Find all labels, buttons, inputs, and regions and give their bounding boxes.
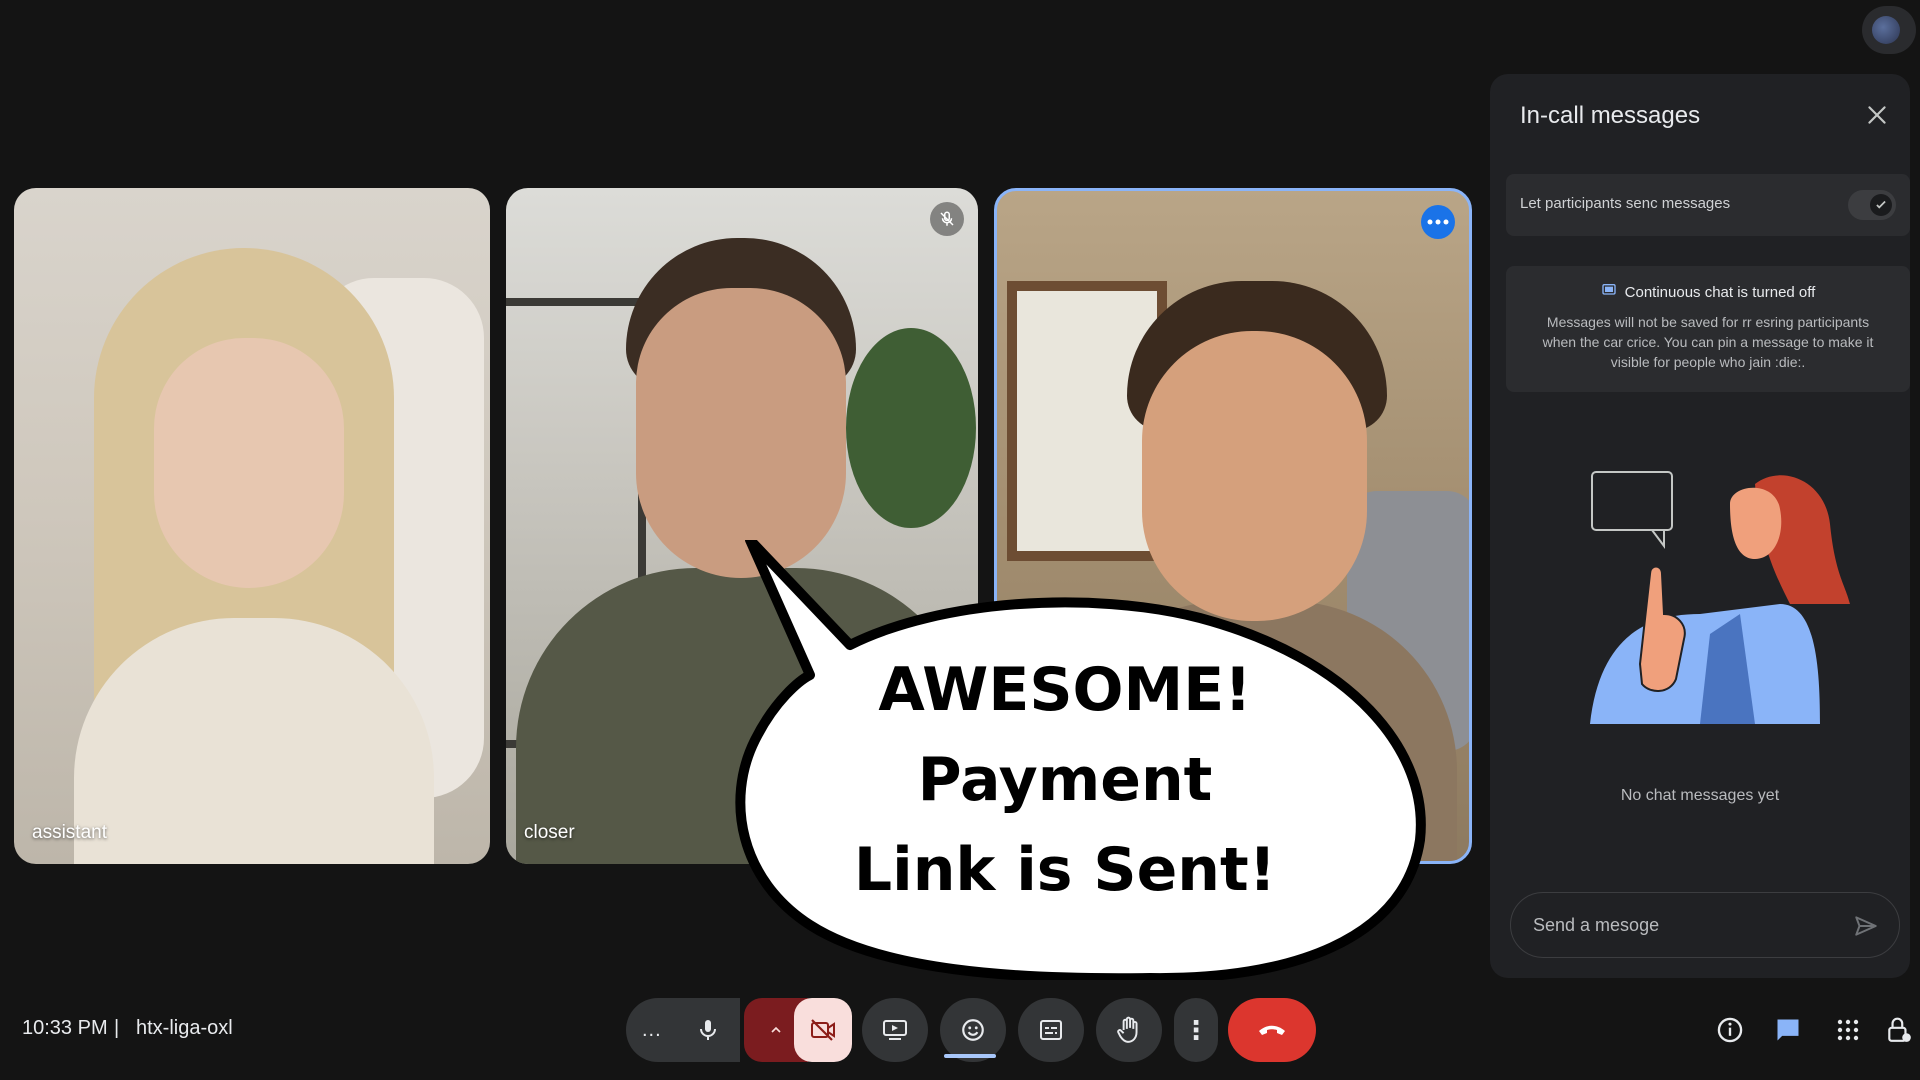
emoji-icon bbox=[962, 1019, 984, 1041]
mic-icon bbox=[700, 1020, 716, 1040]
captions-icon bbox=[1040, 1020, 1062, 1040]
avatar-image bbox=[1872, 16, 1900, 44]
reactions-active-indicator bbox=[944, 1054, 996, 1058]
leave-call-button[interactable] bbox=[1228, 998, 1316, 1062]
chat-icon bbox=[1777, 1019, 1799, 1041]
speech-bubble-text: AWESOME! Payment Link is Sent! bbox=[750, 645, 1380, 915]
apps-icon bbox=[1837, 1019, 1859, 1041]
close-icon[interactable] bbox=[1864, 102, 1890, 128]
participant-face bbox=[154, 338, 344, 588]
more-options-button[interactable]: ⋮ bbox=[1174, 998, 1218, 1062]
chevron-up-icon bbox=[771, 1026, 781, 1033]
empty-chat-illustration bbox=[1590, 471, 1850, 724]
participant-name-label: assistant bbox=[32, 822, 107, 843]
allow-messages-row: Let participants senc messages bbox=[1506, 174, 1910, 236]
info-separator: | bbox=[114, 1017, 120, 1039]
captions-button[interactable] bbox=[1018, 998, 1084, 1062]
account-avatar[interactable] bbox=[1862, 6, 1916, 54]
call-end-icon bbox=[1259, 1025, 1285, 1035]
activities-button[interactable] bbox=[1830, 1012, 1866, 1048]
message-input[interactable] bbox=[1511, 893, 1841, 957]
allow-messages-toggle[interactable] bbox=[1848, 190, 1896, 220]
more-options-text: ... bbox=[642, 1018, 662, 1041]
participant-name-label: closer bbox=[524, 822, 575, 843]
check-icon bbox=[1870, 194, 1892, 216]
reactions-button[interactable] bbox=[940, 998, 1006, 1062]
present-screen-button[interactable] bbox=[862, 998, 928, 1062]
lock-icon bbox=[1888, 1017, 1911, 1042]
meeting-details-button[interactable] bbox=[1712, 1012, 1748, 1048]
allow-messages-label: Let participants senc messages bbox=[1520, 195, 1731, 212]
info-icon bbox=[1717, 1017, 1743, 1043]
bubble-line-3: Link is Sent! bbox=[853, 835, 1277, 905]
mic-off-icon bbox=[930, 202, 964, 236]
participant-face bbox=[636, 288, 846, 578]
message-composer bbox=[1510, 892, 1900, 958]
bubble-line-2: Payment bbox=[917, 745, 1213, 815]
notice-body: Messages will not be saved for rr esring… bbox=[1542, 314, 1874, 370]
chat-bubble-icon bbox=[1601, 282, 1617, 302]
panel-title: In-call messages bbox=[1520, 102, 1701, 129]
raise-hand-button[interactable] bbox=[1096, 998, 1162, 1062]
microphone-button[interactable] bbox=[676, 998, 740, 1062]
videocam-off-icon bbox=[811, 1019, 835, 1041]
present-icon bbox=[883, 1020, 907, 1040]
more-vert-icon: ⋮ bbox=[1183, 1014, 1209, 1045]
in-call-messages-panel: In-call messages Let participants senc m… bbox=[1490, 74, 1910, 978]
send-icon[interactable] bbox=[1853, 913, 1879, 939]
chat-button[interactable] bbox=[1770, 1012, 1806, 1048]
no-messages-text: No chat messages yet bbox=[1620, 787, 1780, 804]
more-options-icon[interactable] bbox=[1421, 205, 1455, 239]
notice-title-text: Continuous chat is turned off bbox=[1624, 283, 1816, 301]
clock-time: 10:33 PM bbox=[22, 1017, 108, 1039]
camera-toggle-button[interactable] bbox=[794, 998, 852, 1062]
meeting-code: htx-liga-oxl bbox=[136, 1017, 233, 1039]
background-plant bbox=[846, 328, 976, 528]
notice-title: Continuous chat is turned off bbox=[1506, 282, 1910, 302]
hand-raise-icon bbox=[1117, 1016, 1138, 1043]
video-tile-assistant[interactable]: assistant bbox=[14, 188, 490, 864]
continuous-chat-notice: Continuous chat is turned off Messages w… bbox=[1506, 266, 1910, 392]
host-controls-button[interactable] bbox=[1884, 1012, 1914, 1048]
bubble-line-1: AWESOME! bbox=[878, 655, 1252, 725]
